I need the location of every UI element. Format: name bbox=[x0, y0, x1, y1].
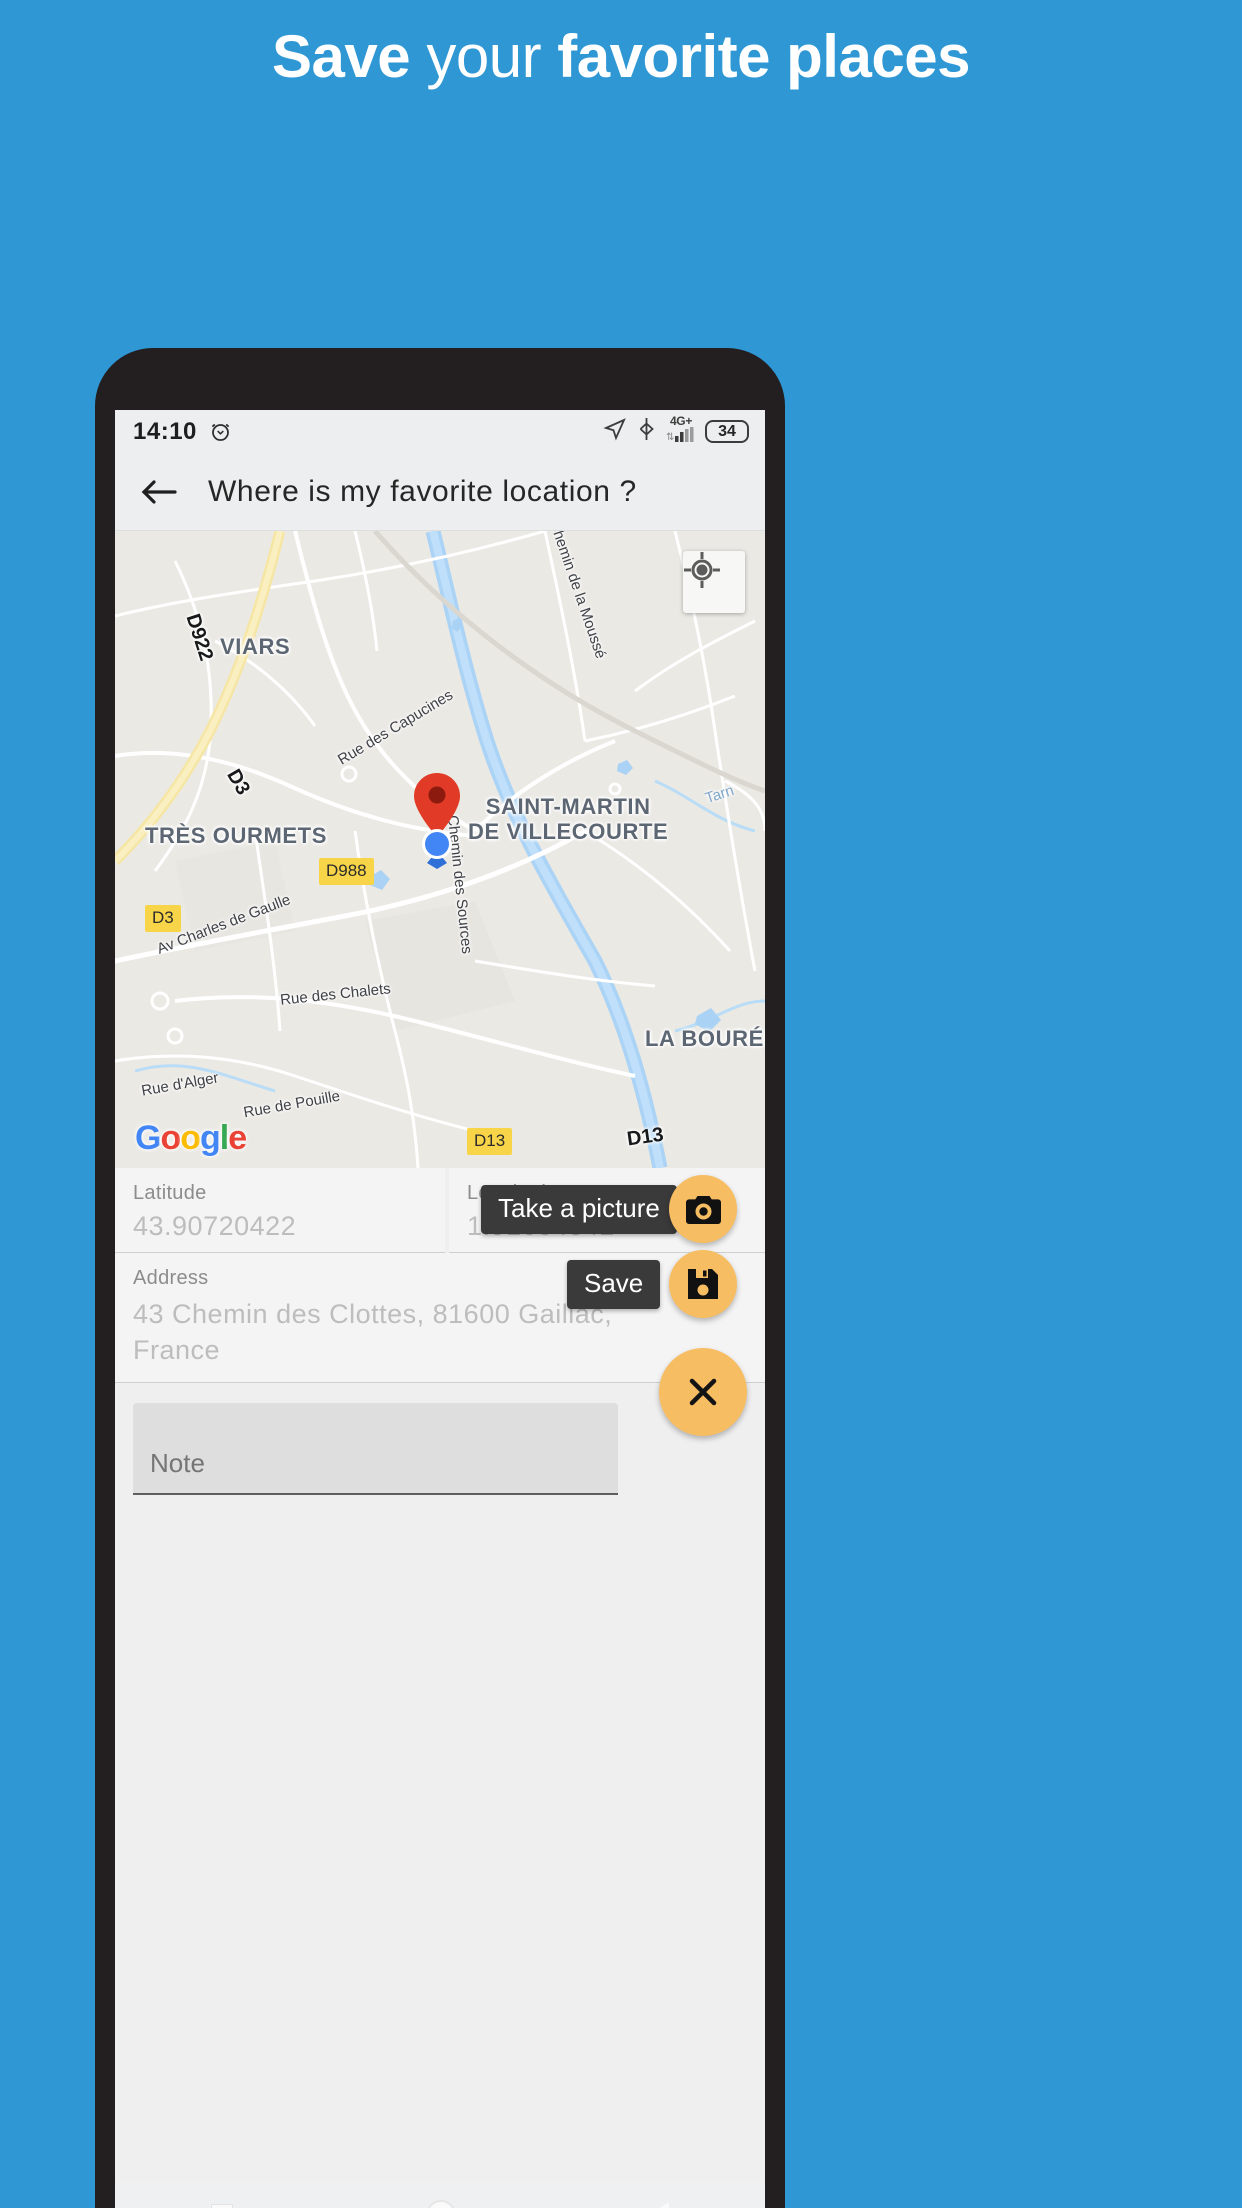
status-bar: 14:10 4G+ ⇅ 34 bbox=[115, 410, 765, 453]
my-location-crosshair-icon bbox=[684, 552, 720, 588]
page-title: Where is my favorite location ? bbox=[208, 474, 637, 508]
triangle-back-icon[interactable] bbox=[648, 2202, 669, 2208]
navigation-arrow-icon bbox=[603, 417, 627, 446]
camera-icon bbox=[685, 1195, 721, 1224]
map-place-label: LA BOURÉI bbox=[645, 1026, 765, 1051]
arrow-left-icon[interactable] bbox=[136, 469, 182, 515]
network-type-indicator: 4G+ ⇅ bbox=[666, 415, 696, 446]
latitude-label: Latitude bbox=[133, 1182, 207, 1204]
address-value: 43 Chemin des Clottes, 81600 Gaillac, Fr… bbox=[133, 1299, 613, 1365]
camera-tooltip: Take a picture bbox=[481, 1185, 677, 1234]
android-nav-bar bbox=[115, 2182, 765, 2208]
status-bar-icons: 4G+ ⇅ 34 bbox=[603, 415, 749, 447]
close-button[interactable] bbox=[659, 1348, 747, 1436]
latitude-value: 43.90720422 bbox=[133, 1211, 297, 1241]
address-field[interactable]: Address 43 Chemin des Clottes, 81600 Gai… bbox=[115, 1253, 765, 1383]
promo-part-2: your bbox=[426, 23, 542, 90]
phone-screen: 14:10 4G+ ⇅ 34 Where is my favorite loca… bbox=[115, 410, 765, 2208]
square-recents-icon[interactable] bbox=[211, 2204, 234, 2208]
app-bar: Where is my favorite location ? bbox=[115, 453, 765, 531]
take-picture-button[interactable] bbox=[669, 1175, 737, 1243]
map-place-label: TRÈS OURMETS bbox=[145, 823, 327, 848]
my-location-button[interactable] bbox=[683, 551, 745, 613]
close-x-icon bbox=[689, 1378, 717, 1406]
status-bar-clock: 14:10 bbox=[133, 417, 197, 445]
note-input[interactable] bbox=[133, 1403, 618, 1495]
circle-home-icon[interactable] bbox=[425, 2200, 456, 2208]
save-button[interactable] bbox=[669, 1250, 737, 1318]
phone-frame: 14:10 4G+ ⇅ 34 Where is my favorite loca… bbox=[95, 348, 785, 2208]
promo-part-1: Save bbox=[272, 23, 411, 90]
signal-bars-icon: ⇅ bbox=[666, 427, 696, 446]
battery-indicator: 34 bbox=[705, 420, 749, 443]
location-form: Latitude 43.90720422 Longitude 1.9166404… bbox=[115, 1168, 765, 1495]
google-attribution: Google bbox=[135, 1119, 247, 1157]
map-route-shield: D3 bbox=[145, 905, 181, 932]
promo-headline: Save your favorite places bbox=[0, 14, 1242, 100]
map-place-label: SAINT-MARTIN DE VILLECOURTE bbox=[468, 794, 669, 844]
latitude-field[interactable]: Latitude 43.90720422 bbox=[115, 1168, 445, 1253]
map-route-shield: D988 bbox=[319, 858, 374, 885]
alarm-clock-icon bbox=[208, 419, 233, 444]
map-place-label: VIARS bbox=[220, 634, 291, 659]
bluetooth-icon bbox=[636, 417, 657, 446]
promo-part-3: favorite places bbox=[557, 23, 970, 90]
svg-text:⇅: ⇅ bbox=[666, 432, 674, 442]
floppy-disk-save-icon bbox=[688, 1269, 718, 1299]
save-tooltip: Save bbox=[567, 1260, 661, 1309]
map-view[interactable]: VIARS TRÈS OURMETS SAINT-MARTIN DE VILLE… bbox=[115, 531, 765, 1168]
map-route-shield: D13 bbox=[467, 1128, 513, 1155]
